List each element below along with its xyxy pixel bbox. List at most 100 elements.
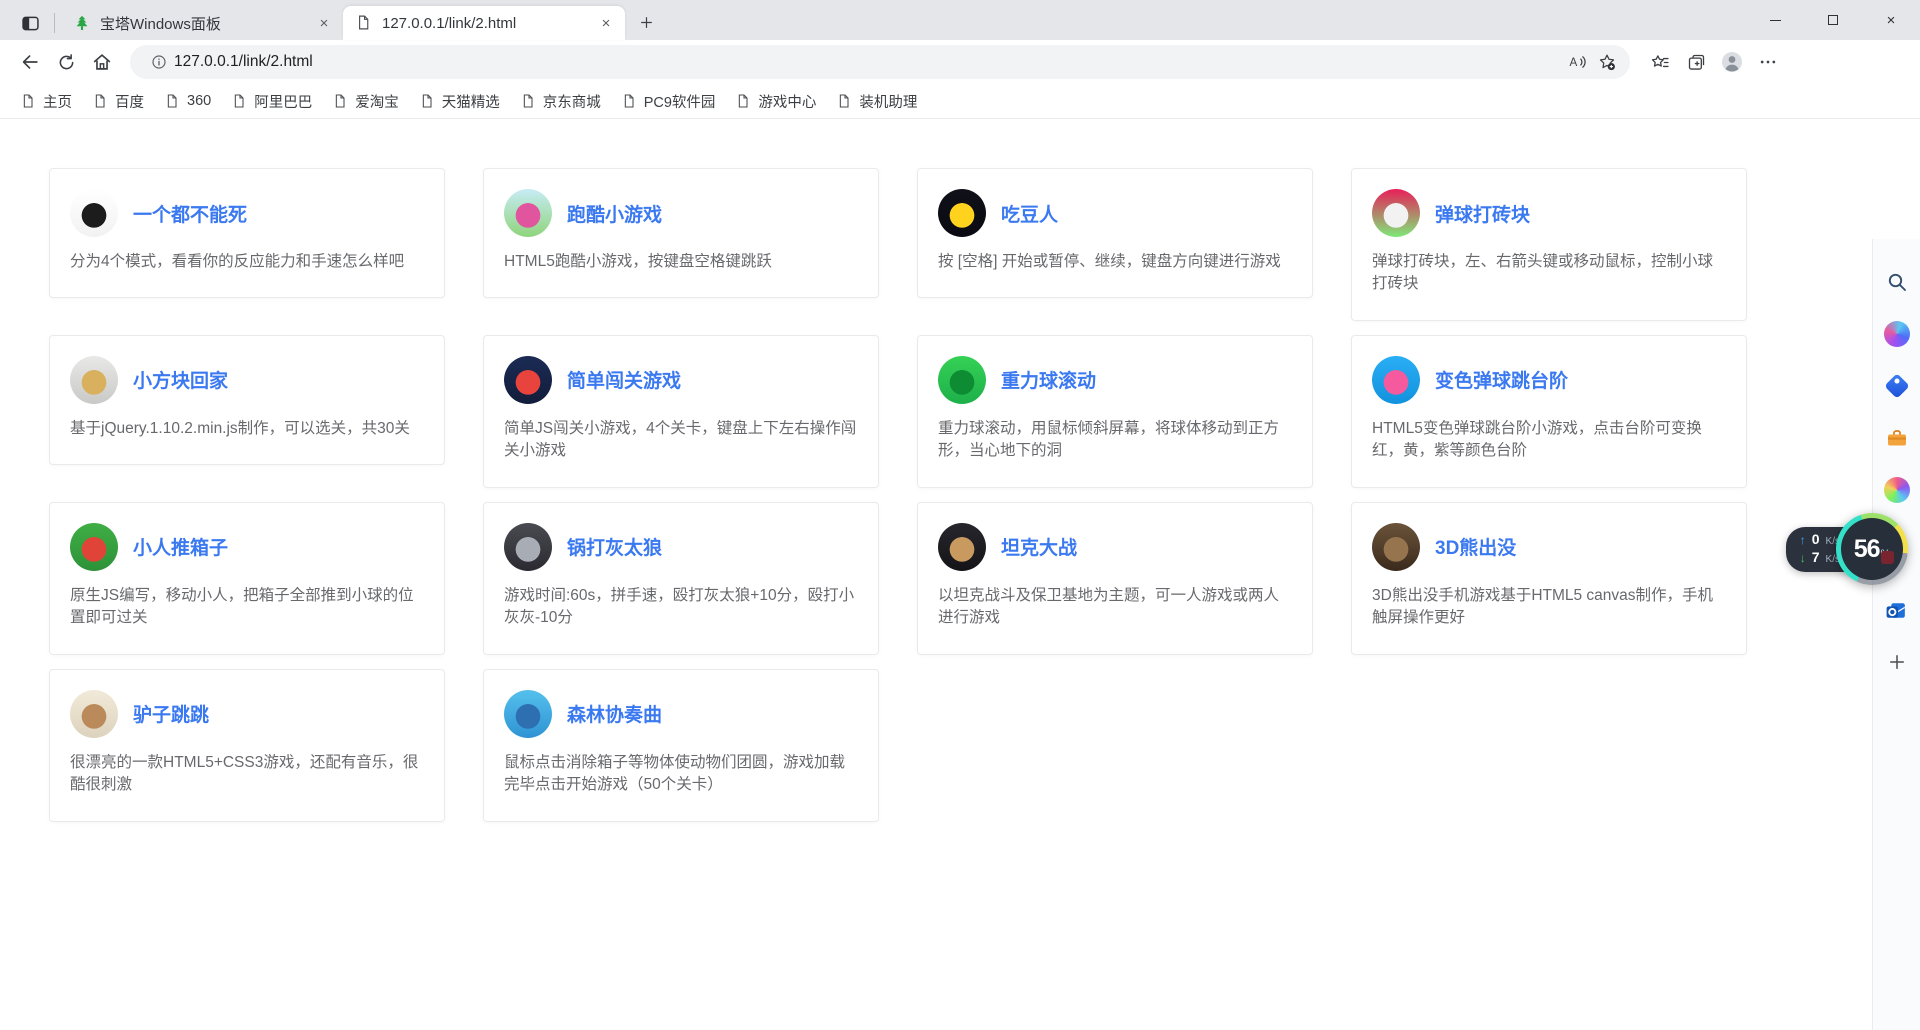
refresh-button[interactable] [48,45,84,79]
sidebar-outlook-button[interactable] [1880,593,1914,627]
sidebar-add-button[interactable] [1880,645,1914,679]
baota-favicon-icon [73,14,91,32]
bookmark-label: 百度 [115,91,144,112]
game-title-link[interactable]: 坦克大战 [1001,533,1077,560]
tab-bar: 宝塔Windows面板 × 127.0.0.1/link/2.html × × [0,0,1920,40]
game-icon [938,356,986,404]
game-description: 很漂亮的一款HTML5+CSS3游戏，还配有音乐，很酷很刺激 [70,752,424,797]
tab-close-icon[interactable]: × [595,12,617,34]
usage-gauge-face: 56 % [1841,518,1903,580]
maximize-button[interactable] [1804,0,1862,40]
bookmark-page-icon [735,93,751,109]
tab-baota-panel[interactable]: 宝塔Windows面板 × [61,6,343,40]
bookmark-item[interactable]: 天猫精选 [409,86,510,117]
outlook-icon [1884,598,1909,623]
bookmarks-bar: 主页 百度 360 阿里巴巴 爱淘宝 天猫精选 京东商城 PC9软件园 游戏中心… [0,84,1920,119]
game-description: 分为4个模式，看看你的反应能力和手速怎么样吧 [70,251,424,273]
settings-menu-button[interactable] [1750,45,1786,79]
bookmark-item[interactable]: 阿里巴巴 [221,86,322,117]
ellipsis-icon [1758,52,1778,72]
system-monitor-widget[interactable]: ↑ 0 K/s ↓ 7 K/s 56 % [1786,513,1908,585]
sidebar-search-button[interactable] [1880,265,1914,299]
game-description: 3D熊出没手机游戏基于HTML5 canvas制作，手机触屏操作更好 [1372,585,1726,630]
collections-icon [1686,52,1707,73]
home-icon [91,51,113,73]
tab-actions-button[interactable] [10,6,50,40]
game-icon [938,523,986,571]
bookmark-page-icon [20,93,36,109]
home-button[interactable] [84,45,120,79]
game-card: 吃豆人 按 [空格] 开始或暂停、继续，键盘方向键进行游戏 [917,168,1313,298]
bookmark-item[interactable]: 京东商城 [510,86,611,117]
address-bar[interactable]: A [130,45,1630,79]
new-tab-button[interactable] [631,8,661,36]
bookmark-page-icon [419,93,435,109]
bookmark-label: PC9软件园 [644,91,716,112]
game-icon [70,189,118,237]
game-card: 小人推箱子 原生JS编写，移动小人，把箱子全部推到小球的位置即可过关 [49,502,445,655]
game-title-link[interactable]: 简单闯关游戏 [567,366,681,393]
game-card-grid: 一个都不能死 分为4个模式，看看你的反应能力和手速怎么样吧 跑酷小游戏 HTML… [0,119,1920,822]
game-icon [70,356,118,404]
bookmark-item[interactable]: 爱淘宝 [322,86,409,117]
favorites-button[interactable] [1642,45,1678,79]
usage-gauge[interactable]: 56 % [1836,513,1908,585]
game-title-link[interactable]: 3D熊出没 [1435,533,1516,560]
bookmark-label: 京东商城 [543,91,601,112]
game-description: 以坦克战斗及保卫基地为主题，可一人游戏或两人进行游戏 [938,585,1292,630]
game-title-link[interactable]: 吃豆人 [1001,200,1058,227]
minimize-button[interactable] [1746,0,1804,40]
tab-close-icon[interactable]: × [313,12,335,34]
bookmark-item[interactable]: 游戏中心 [725,86,826,117]
bookmark-item[interactable]: 装机助理 [826,86,927,117]
game-description: 弹球打砖块，左、右箭头键或移动鼠标，控制小球打砖块 [1372,251,1726,296]
game-icon [1372,189,1420,237]
svg-text:A: A [1570,56,1578,69]
bookmark-page-icon [520,93,536,109]
url-input[interactable] [174,53,1562,71]
sidebar-tools-button[interactable] [1880,421,1914,455]
bookmark-label: 装机助理 [859,91,917,112]
avatar [1720,50,1744,74]
game-card: 变色弹球跳台阶 HTML5变色弹球跳台阶小游戏，点击台阶可变换红，黄，紫等颜色台… [1351,335,1747,488]
read-aloud-icon[interactable]: A [1562,48,1592,76]
site-info-icon[interactable] [144,48,174,76]
page-favicon-icon [355,14,373,32]
game-title-link[interactable]: 一个都不能死 [133,200,247,227]
game-icon [938,189,986,237]
search-icon [1885,270,1909,294]
game-card: 跑酷小游戏 HTML5跑酷小游戏，按键盘空格键跳跃 [483,168,879,298]
bookmark-item[interactable]: 百度 [82,86,154,117]
game-description: 按 [空格] 开始或暂停、继续，键盘方向键进行游戏 [938,251,1292,273]
game-title-link[interactable]: 森林协奏曲 [567,700,662,727]
game-title-link[interactable]: 锅打灰太狼 [567,533,662,560]
bookmark-item[interactable]: 主页 [10,86,82,117]
game-icon [1372,523,1420,571]
game-title-link[interactable]: 跑酷小游戏 [567,200,662,227]
game-title-link[interactable]: 变色弹球跳台阶 [1435,366,1568,393]
bookmark-item[interactable]: 360 [154,88,221,114]
profile-button[interactable] [1714,45,1750,79]
tab-current-page[interactable]: 127.0.0.1/link/2.html × [343,6,625,40]
collections-button[interactable] [1678,45,1714,79]
game-title-link[interactable]: 小方块回家 [133,366,228,393]
game-title-link[interactable]: 小人推箱子 [133,533,228,560]
game-title-link[interactable]: 驴子跳跳 [133,700,209,727]
tab-divider [54,13,55,33]
game-title-link[interactable]: 重力球滚动 [1001,366,1096,393]
upload-speed: 0 [1812,532,1820,546]
close-button[interactable]: × [1862,0,1920,40]
bookmark-page-icon [92,93,108,109]
game-card: 驴子跳跳 很漂亮的一款HTML5+CSS3游戏，还配有音乐，很酷很刺激 [49,669,445,822]
sidebar-copilot-button[interactable] [1880,317,1914,351]
download-speed: 7 [1812,550,1820,564]
bookmark-item[interactable]: PC9软件园 [611,86,726,117]
toolbox-icon [1885,426,1909,450]
game-title-link[interactable]: 弹球打砖块 [1435,200,1530,227]
back-button[interactable] [12,45,48,79]
add-favorite-icon[interactable] [1592,48,1622,76]
tab-title: 127.0.0.1/link/2.html [382,15,595,32]
copilot-icon [1884,321,1910,347]
sidebar-games-button[interactable] [1880,473,1914,507]
sidebar-shopping-button[interactable] [1880,369,1914,403]
